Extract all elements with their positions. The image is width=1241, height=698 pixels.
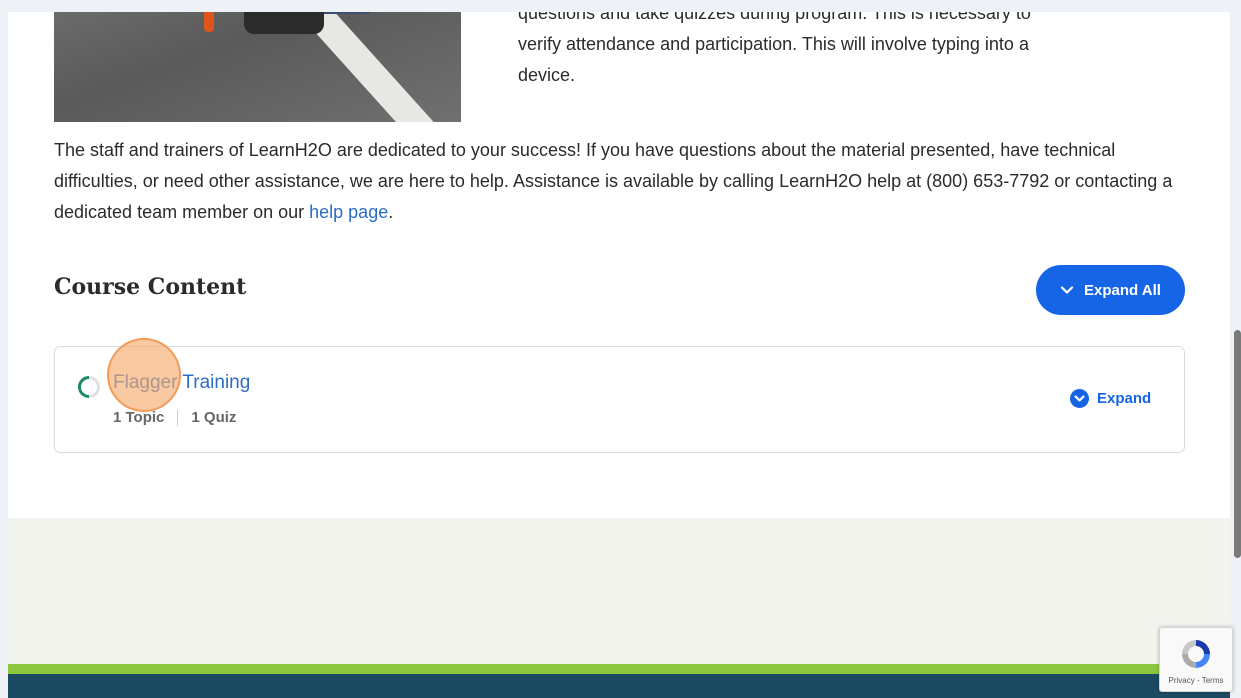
chevron-circle-down-icon [1070,389,1089,408]
chevron-down-icon [1060,286,1074,294]
staff-text: The staff and trainers of LearnH2O are d… [54,140,1173,222]
expand-all-button[interactable]: Expand All [1036,265,1185,315]
course-content-title: Course Content [54,274,247,300]
meta-divider [177,409,179,426]
intro-line: device. [518,65,576,85]
footer-bar [8,674,1230,698]
lesson-meta: 1 Topic 1 Quiz [113,409,236,426]
expand-all-label: Expand All [1084,281,1161,299]
traffic-cone [204,12,214,32]
staff-paragraph: The staff and trainers of LearnH2O are d… [54,135,1189,228]
footer-area [8,518,1230,668]
intro-text: questions and take quizzes during progra… [518,12,1118,91]
lesson-expand-button[interactable]: Expand [1070,389,1151,408]
help-page-link[interactable]: help page [309,202,388,222]
worker-boot [244,12,324,34]
lesson-item: Flagger Training 1 Topic 1 Quiz Expand [54,346,1185,453]
recaptcha-terms[interactable]: Privacy - Terms [1160,676,1232,685]
page: questions and take quizzes during progra… [8,12,1230,698]
scrollbar-thumb[interactable] [1234,330,1241,558]
click-indicator [107,338,181,412]
intro-line: verify attendance and participation. Thi… [518,34,1029,54]
recaptcha-icon [1182,640,1210,668]
hero-image [54,12,461,122]
footer-accent-bar [8,664,1230,674]
quiz-count: 1 Quiz [191,409,237,426]
expand-label: Expand [1097,390,1152,407]
intro-line: questions and take quizzes during progra… [518,12,1031,23]
staff-end: . [388,202,394,222]
progress-ring-icon [78,376,100,398]
recaptcha-badge[interactable]: Privacy - Terms [1159,627,1233,692]
